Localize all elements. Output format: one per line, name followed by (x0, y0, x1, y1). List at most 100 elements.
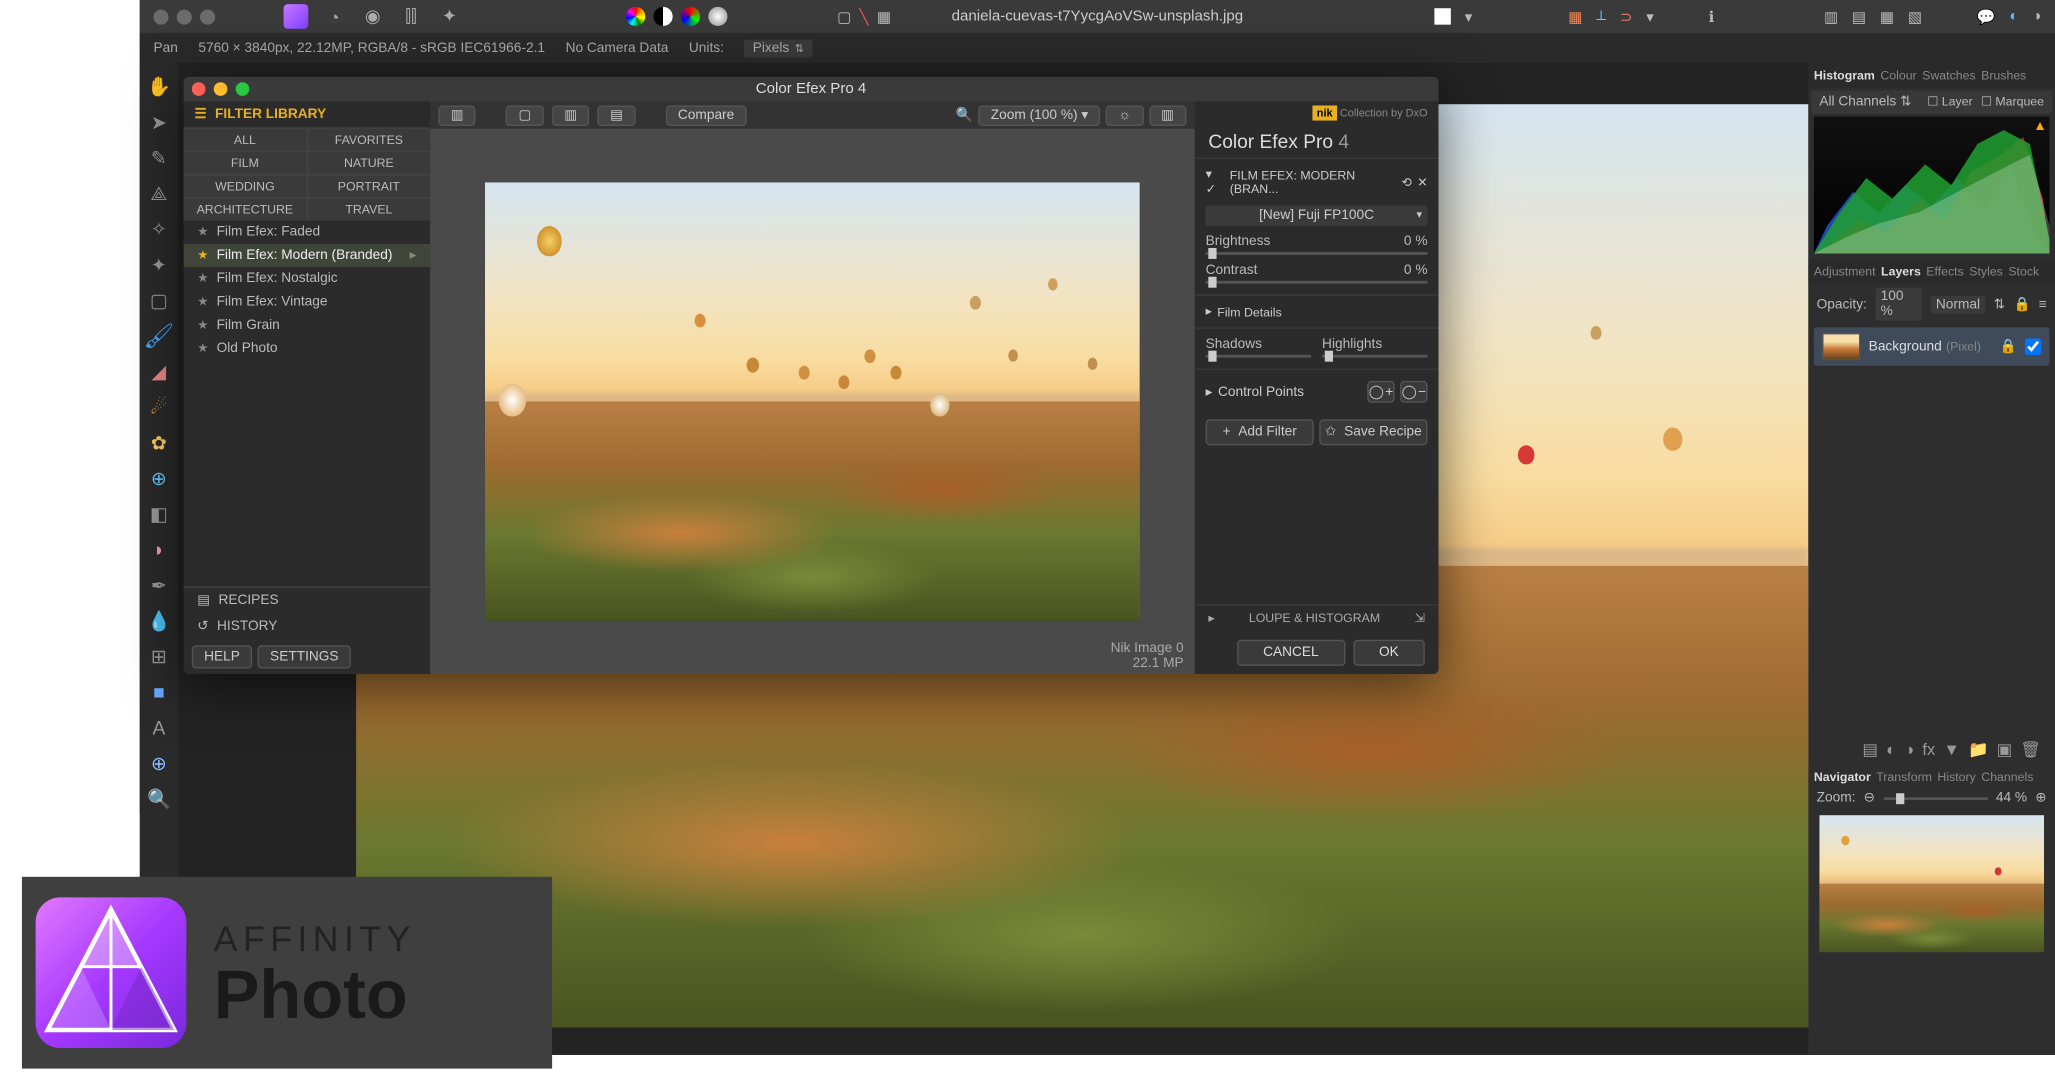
panel-right-icon[interactable]: ▥ (1149, 105, 1187, 126)
reset-icon[interactable]: ⟲ (1401, 175, 1411, 190)
cat-wedding[interactable]: WEDDING (184, 175, 307, 197)
clone-tool-icon[interactable]: ⊕ (144, 463, 174, 493)
filter-item[interactable]: ★Film Efex: Nostalgic (184, 267, 431, 290)
navigator-thumbnail[interactable] (1819, 815, 2044, 952)
account-icon[interactable]: ◐ (2009, 8, 2018, 24)
ok-button[interactable]: OK (1353, 640, 1425, 666)
tab-transform[interactable]: Transform (1876, 770, 1932, 784)
tab-adjustment[interactable]: Adjustment (1814, 264, 1876, 278)
tab-navigator[interactable]: Navigator (1814, 770, 1871, 784)
hand-tool-icon[interactable]: ✋ (144, 71, 174, 101)
quick-mask-icon[interactable]: ╲ (860, 8, 869, 26)
panel-toggle-icon[interactable]: ▥ (438, 105, 476, 126)
tab-layers[interactable]: Layers (1881, 264, 1921, 278)
window-controls[interactable] (153, 9, 215, 24)
bw-icon[interactable] (653, 7, 672, 26)
channel-dropdown[interactable]: All Channels ⇅ (1819, 95, 1911, 110)
zoom-select[interactable]: Zoom (100 %) ▾ (978, 105, 1100, 126)
preset-select[interactable]: [New] Fuji FP100C (1206, 206, 1428, 227)
liquify-persona-icon[interactable]: ◔ (322, 4, 347, 29)
shadows-slider[interactable] (1206, 355, 1311, 358)
tab-effects[interactable]: Effects (1926, 264, 1963, 278)
lock-icon[interactable]: 🔒 (2013, 297, 2030, 312)
shape-tool-icon[interactable]: ■ (144, 677, 174, 707)
flood-select-icon[interactable]: ✦ (144, 249, 174, 279)
close-icon[interactable] (153, 9, 168, 24)
filter-item[interactable]: ★Film Efex: Faded (184, 221, 431, 244)
dialog-titlebar[interactable]: Color Efex Pro 4 (184, 77, 1439, 102)
layout-icon[interactable]: ▥ (1824, 8, 1838, 26)
help-icon[interactable]: ◑ (2032, 8, 2041, 24)
layer-menu-icon[interactable]: ≡ (2039, 297, 2047, 312)
align-icon[interactable]: ▦ (1880, 8, 1894, 26)
chat-icon[interactable]: 💬 (1977, 8, 1996, 26)
selection-brush-icon[interactable]: ✧ (144, 214, 174, 244)
cat-favorites[interactable]: FAVORITES (308, 129, 431, 151)
lens-icon[interactable] (708, 7, 727, 26)
zoom-in-icon[interactable]: ⊕ (2035, 790, 2046, 805)
marquee-checkbox[interactable]: ☐ Marquee (1981, 95, 2044, 110)
folder-icon[interactable]: 📁 (1968, 740, 1988, 759)
cat-all[interactable]: ALL (184, 129, 307, 151)
cp-add-plus-icon[interactable]: ◯ + (1367, 381, 1394, 403)
channels-icon[interactable] (681, 7, 700, 26)
blend-mode-select[interactable]: Normal (1930, 295, 1985, 313)
star-icon[interactable]: ★ (197, 318, 208, 333)
filter-item[interactable]: ★Film Efex: Modern (Branded)▸ (184, 244, 431, 267)
cat-travel[interactable]: TRAVEL (308, 199, 431, 221)
info-icon[interactable]: ℹ (1709, 8, 1715, 26)
layer-lock-icon[interactable]: 🔒 (2000, 339, 2017, 354)
grid-icon[interactable]: ▦ (1568, 8, 1582, 26)
mesh-tool-icon[interactable]: ⊞ (144, 641, 174, 671)
tab-history[interactable]: History (1937, 770, 1975, 784)
history-button[interactable]: ↺HISTORY (184, 614, 431, 640)
pin-icon[interactable]: ▾ (1646, 8, 1654, 26)
pen-tool-icon[interactable]: ✒ (144, 570, 174, 600)
zoom-tool-icon[interactable]: 🔍 (144, 784, 174, 814)
star-icon[interactable]: ★ (197, 295, 208, 310)
filter-section-header[interactable]: ▾ ✓ FILM EFEX: MODERN (BRAN... ⟲ ✕ (1206, 164, 1428, 200)
cat-architecture[interactable]: ARCHITECTURE (184, 199, 307, 221)
swatch-white-icon[interactable] (1435, 8, 1451, 24)
compare-button[interactable]: Compare (666, 105, 747, 126)
star-icon[interactable]: ★ (197, 248, 208, 263)
cancel-button[interactable]: CANCEL (1237, 640, 1345, 666)
fx-icon[interactable]: fx (1922, 740, 1935, 759)
cat-portrait[interactable]: PORTRAIT (308, 175, 431, 197)
blend-options-icon[interactable]: ⇅ (1994, 297, 2005, 312)
smudge-tool-icon[interactable]: ☄ (144, 392, 174, 422)
dodge-tool-icon[interactable]: ◗ (144, 534, 174, 564)
dialog-window-controls[interactable] (192, 82, 250, 96)
star-icon[interactable]: ★ (197, 341, 208, 356)
tone-map-persona-icon[interactable]: ⫿⫿ (399, 4, 424, 29)
tab-styles[interactable]: Styles (1969, 264, 2003, 278)
arrange-icon[interactable]: ▤ (1852, 8, 1866, 26)
develop-persona-icon[interactable]: ◉ (360, 4, 385, 29)
heal-tool-icon[interactable]: ✿ (144, 427, 174, 457)
remove-icon[interactable]: ✕ (1417, 175, 1427, 190)
layer-background[interactable]: Background (Pixel) 🔒 (1814, 327, 2050, 365)
minimize-icon[interactable] (214, 82, 228, 96)
layer-visibility-checkbox[interactable] (2025, 338, 2041, 354)
tab-stock[interactable]: Stock (2008, 264, 2039, 278)
save-recipe-button[interactable]: ✩ Save Recipe (1319, 419, 1427, 445)
filter-item[interactable]: ★Film Grain (184, 314, 431, 337)
tab-histogram[interactable]: Histogram (1814, 69, 1875, 83)
distribute-icon[interactable]: ▧ (1908, 8, 1922, 26)
tab-colour[interactable]: Colour (1880, 69, 1916, 83)
tab-swatches[interactable]: Swatches (1922, 69, 1975, 83)
marquee-icon[interactable]: ▢ (837, 8, 851, 26)
mask-icon[interactable]: ◐ (1886, 740, 1896, 759)
delete-layer-icon[interactable]: 🗑 (2020, 740, 2041, 759)
preview-image-container[interactable]: Nik Image 0 22.1 MP (430, 129, 1194, 674)
add-filter-button[interactable]: + Add Filter (1206, 419, 1314, 445)
move-tool-icon[interactable]: ➤ (144, 107, 174, 137)
marquee-tool-icon[interactable]: ▢ (144, 285, 174, 315)
adjustment-icon[interactable]: ◑ (1904, 740, 1914, 759)
tab-channels[interactable]: Channels (1981, 770, 2033, 784)
vector-tool-icon[interactable]: ⊕ (144, 748, 174, 778)
photo-persona-icon[interactable] (284, 4, 309, 29)
settings-button[interactable]: SETTINGS (258, 645, 351, 668)
close-icon[interactable] (192, 82, 206, 96)
split-view-icon[interactable]: ▥ (552, 105, 590, 126)
